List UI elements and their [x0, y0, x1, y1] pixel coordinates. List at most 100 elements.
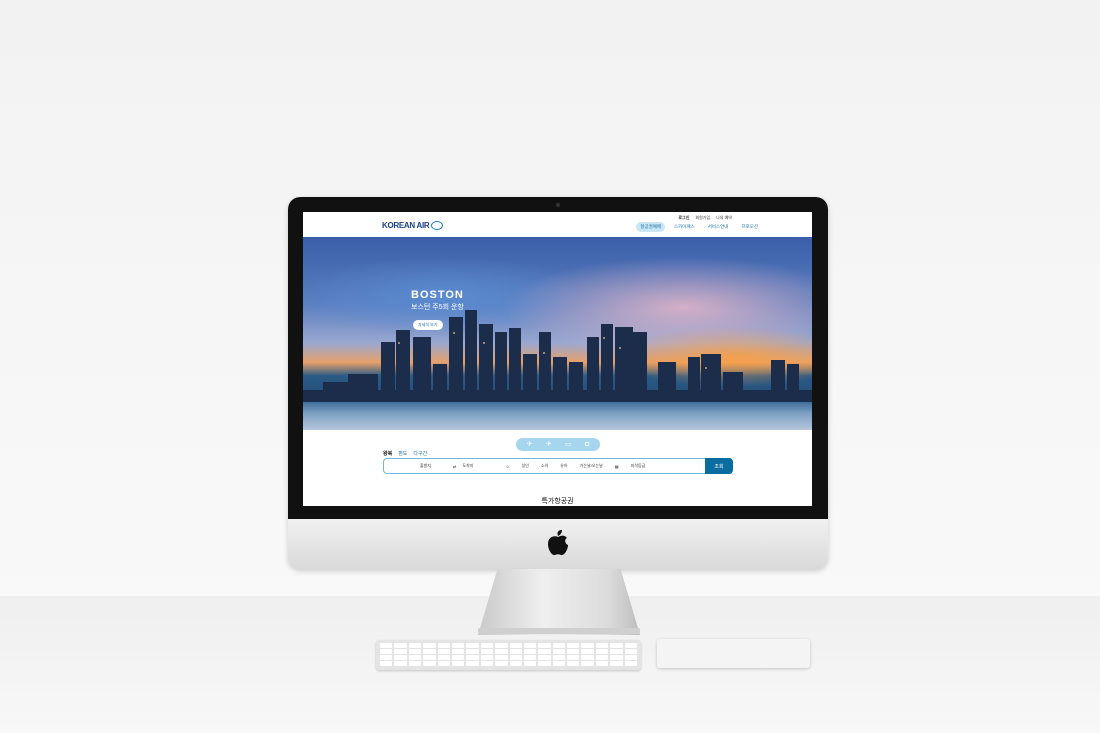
- keyboard-key: [595, 655, 609, 660]
- keyboard-key: [552, 661, 566, 666]
- section-title: 특가항공권: [541, 498, 574, 505]
- login-link[interactable]: 로그인: [678, 215, 689, 221]
- keyboard-key: [509, 655, 522, 660]
- hero-more-button[interactable]: 자세히 보기: [413, 320, 443, 330]
- trip-type-tabs: 왕복 편도 다구간: [383, 450, 427, 457]
- keyboard-key: [523, 649, 537, 654]
- monitor-stand: [478, 569, 640, 635]
- keyboard-key: [380, 661, 393, 666]
- person-icon: ☺: [505, 463, 510, 469]
- logo-text: KOREAN AIR: [382, 221, 430, 230]
- keyboard-key: [466, 643, 479, 648]
- keyboard-key: [624, 655, 637, 660]
- keyboard-key: [423, 655, 436, 660]
- keyboard-key: [581, 643, 594, 648]
- date-field[interactable]: 가는날/오는날: [574, 463, 609, 469]
- destination-field[interactable]: 도착지: [462, 463, 479, 469]
- keyboard-key: [509, 661, 522, 666]
- keyboard-key: [394, 643, 407, 648]
- keyboard: [376, 640, 641, 670]
- keyboard-key: [466, 661, 479, 666]
- keyboard-key: [437, 649, 450, 654]
- city-skyline: [303, 310, 812, 402]
- keyboard-key: [538, 661, 551, 666]
- origin-field[interactable]: 출발지: [414, 463, 437, 469]
- camera: [556, 203, 560, 207]
- nav-item-booking[interactable]: 항공권예매: [636, 222, 666, 232]
- keyboard-key: [595, 643, 609, 648]
- keyboard-key: [394, 649, 407, 654]
- nav-item-skypass[interactable]: 스카이패스: [670, 222, 699, 232]
- child-select[interactable]: 소아: [535, 463, 554, 469]
- nav-item-services[interactable]: 서비스안내: [704, 222, 733, 232]
- keyboard-key: [610, 661, 623, 666]
- keyboard-key: [538, 643, 551, 648]
- keyboard-key: [523, 655, 537, 660]
- keyboard-key: [380, 655, 393, 660]
- keyboard-key: [552, 649, 566, 654]
- keyboard-key: [394, 655, 407, 660]
- keyboard-key: [466, 655, 479, 660]
- keyboard-key: [595, 649, 609, 654]
- keyboard-key: [509, 643, 522, 648]
- keyboard-key: [538, 655, 551, 660]
- car-icon[interactable]: ◘: [585, 441, 589, 448]
- search-button[interactable]: 조회: [705, 458, 733, 474]
- keyboard-key: [437, 643, 450, 648]
- utility-nav: 로그인 회원가입 나의 예약: [678, 215, 732, 221]
- hero-subtitle: 보스턴 주5회 운항: [411, 304, 464, 311]
- flight-icon[interactable]: ✈: [527, 441, 533, 448]
- keyboard-key: [495, 661, 508, 666]
- tab-round-trip[interactable]: 왕복: [383, 450, 392, 457]
- keyboard-key: [408, 661, 422, 666]
- adult-select[interactable]: 성인: [516, 463, 535, 469]
- keyboard-key: [509, 649, 522, 654]
- signup-link[interactable]: 회원가입: [695, 215, 710, 221]
- tab-multi-city[interactable]: 다구간: [413, 450, 427, 457]
- keyboard-key: [567, 655, 580, 660]
- keyboard-key: [437, 661, 450, 666]
- keyboard-key: [538, 649, 551, 654]
- keyboard-key: [581, 661, 594, 666]
- tab-one-way[interactable]: 편도: [398, 450, 407, 457]
- keyboard-key: [451, 643, 465, 648]
- keyboard-key: [495, 643, 508, 648]
- keyboard-key: [451, 655, 465, 660]
- keyboard-key: [451, 661, 465, 666]
- korean-air-logo[interactable]: KOREAN AIR: [382, 221, 444, 230]
- keyboard-key: [610, 655, 623, 660]
- keyboard-key: [423, 643, 436, 648]
- swap-icon[interactable]: ⇄: [447, 464, 462, 469]
- keyboard-key: [495, 649, 508, 654]
- keyboard-key: [451, 649, 465, 654]
- keyboard-key: [408, 643, 422, 648]
- keyboard-key: [523, 643, 537, 648]
- infant-select[interactable]: 유아: [554, 463, 573, 469]
- keyboard-key: [552, 655, 566, 660]
- keyboard-key: [567, 649, 580, 654]
- keyboard-key: [423, 649, 436, 654]
- keyboard-key: [624, 643, 637, 648]
- keyboard-key: [466, 649, 479, 654]
- keyboard-key: [581, 649, 594, 654]
- water-reflection: [303, 402, 812, 430]
- keyboard-key: [581, 655, 594, 660]
- hotel-icon[interactable]: ▭: [565, 441, 572, 448]
- keyboard-key: [408, 649, 422, 654]
- keyboard-key: [567, 643, 580, 648]
- keyboard-key: [437, 655, 450, 660]
- my-booking-link[interactable]: 나의 예약: [716, 215, 732, 221]
- keyboard-key: [380, 643, 393, 648]
- calendar-icon[interactable]: ▦: [609, 464, 625, 469]
- keyboard-key: [480, 655, 494, 660]
- nav-item-promotion[interactable]: 프로모션: [737, 222, 762, 232]
- cabin-select[interactable]: 좌석등급: [625, 463, 652, 469]
- keyboard-key: [423, 661, 436, 666]
- hero-title: BOSTON: [411, 289, 464, 301]
- hero-banner: BOSTON 보스턴 주5회 운항 자세히 보기: [303, 237, 812, 430]
- keyboard-key: [480, 649, 494, 654]
- trackpad: [657, 639, 810, 668]
- stand-base: [478, 628, 640, 634]
- screen: KOREAN AIR 로그인 회원가입 나의 예약 항공권예매 스카이패스 서비…: [303, 212, 812, 506]
- flight-alt-icon[interactable]: ✈: [546, 441, 552, 448]
